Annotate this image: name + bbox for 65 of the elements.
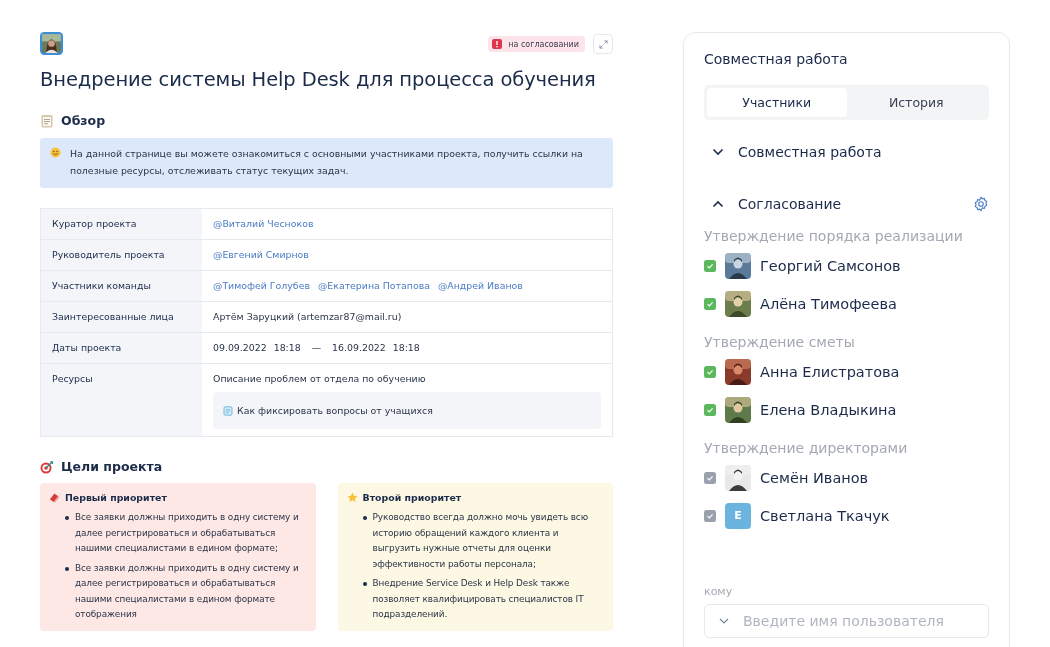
start-time: 18:18 xyxy=(273,342,301,353)
field-label: Участники команды xyxy=(41,271,202,301)
start-date: 09.09.2022 xyxy=(213,342,267,353)
document-icon xyxy=(223,405,233,416)
end-time: 18:18 xyxy=(392,342,420,353)
goal-text: Все заявки должны приходить в одну систему и далее регистрироваться и обрабатываться нашими специалистами в едином формате; xyxy=(75,511,300,555)
page-title: Внедрение системы Help Desk для процесса обучения xyxy=(40,68,597,91)
person-name: Елена Владыкина xyxy=(760,401,897,418)
chevron-up-icon[interactable] xyxy=(712,200,724,208)
mention-link[interactable]: @Екатерина Потапова xyxy=(317,280,430,291)
checkbox[interactable] xyxy=(704,365,716,378)
group-title: Утверждение порядка реализации xyxy=(704,228,964,244)
checkbox[interactable] xyxy=(704,403,716,416)
person-name: Анна Елистратова xyxy=(760,363,900,380)
group-title: Утверждение сметы xyxy=(704,334,856,350)
card-title: Первый приоритет xyxy=(65,492,167,503)
expand-button[interactable] xyxy=(593,34,613,54)
checkbox[interactable] xyxy=(704,471,716,484)
clipboard-icon xyxy=(40,113,54,128)
expand-icon xyxy=(598,39,608,49)
checkbox[interactable] xyxy=(704,297,716,310)
group-title: Утверждение директорами xyxy=(704,440,909,456)
field-label: Даты проекта xyxy=(41,333,202,363)
field-label: Ресурсы xyxy=(41,364,202,436)
field-label: Руководитель проекта xyxy=(41,240,202,270)
goal-text: Все заявки должны приходить в одну систему и далее регистрироваться и обрабатываться нашими специалистами в едином формате отображения xyxy=(75,561,300,621)
status-text: на согласовании xyxy=(508,39,579,49)
section-heading: Обзор xyxy=(61,113,106,128)
section-heading: Цели проекта xyxy=(61,459,163,474)
star-icon xyxy=(346,492,358,503)
checkbox[interactable] xyxy=(704,259,716,272)
mention-link[interactable]: @Тимофей Голубев xyxy=(213,280,310,291)
panel-title: Совместная работа xyxy=(704,51,849,67)
checkbox[interactable] xyxy=(704,509,716,522)
field-value: Описание проблем от отдела по обучению xyxy=(213,373,427,384)
user-input-field[interactable]: Введите имя пользователя xyxy=(704,604,989,638)
person-name: Семён Иванов xyxy=(760,469,869,486)
avatar: E xyxy=(725,502,751,529)
person-name: Светлана Ткачук xyxy=(760,507,890,524)
target-icon xyxy=(40,459,54,474)
end-date: 16.09.2022 xyxy=(332,342,386,353)
field-value: Артём Заруцкий (artemzar87@mail.ru) xyxy=(213,311,402,322)
card-title: Второй приоритет xyxy=(362,492,462,503)
info-text: На данной странице вы можете ознакомиться с основными участниками проекта, получить ссылки на полезные ресурсы, отслеживать статус текущих задач. xyxy=(70,147,584,178)
mention-link[interactable]: @Евгений Смирнов xyxy=(213,249,309,260)
section-title[interactable]: Совместная работа xyxy=(738,144,989,160)
smiley-icon xyxy=(50,147,61,158)
date-separator: — xyxy=(311,342,322,353)
tab[interactable]: История xyxy=(846,88,986,117)
alert-icon xyxy=(492,39,503,49)
person-name: Георгий Самсонов xyxy=(760,257,901,274)
settings-icon[interactable] xyxy=(973,196,989,212)
chevron-down-icon[interactable] xyxy=(712,148,724,156)
field-label: Заинтересованные лица xyxy=(41,302,202,332)
eraser-icon xyxy=(49,492,60,503)
goal-text: Руководство всегда должно мочь увидеть всю историю обращений каждого клиента и выгрузить нужные отчеты для оценки эффективности работы персонала; xyxy=(372,511,589,571)
field-label: Куратор проекта xyxy=(41,209,202,239)
field-label: кому xyxy=(704,585,734,598)
goal-text: Внедрение Service Desk и Help Desk также позволяет квалифицировать специалистов IT подразделений. xyxy=(372,577,585,621)
tab[interactable]: Участники xyxy=(707,88,847,117)
document-link[interactable]: Как фиксировать вопросы от учащихся xyxy=(213,392,601,429)
section-title[interactable]: Согласование xyxy=(738,196,973,212)
mention-link[interactable]: @Андрей Иванов xyxy=(437,280,523,291)
mention-link[interactable]: @Виталий Чесноков xyxy=(213,218,314,229)
person-name: Алёна Тимофеева xyxy=(760,295,897,312)
